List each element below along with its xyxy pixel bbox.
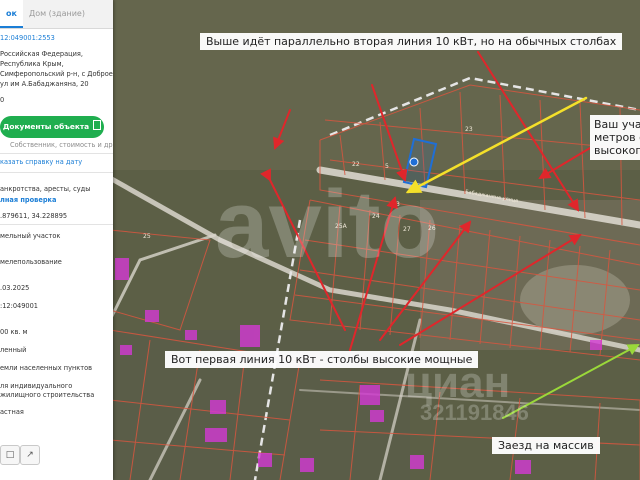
panel-tabs: ок Дом (здание) <box>0 0 113 29</box>
order-certificate-link[interactable]: казать справку на дату <box>0 158 82 166</box>
plot-number: 25 <box>143 233 151 240</box>
plot-number: 5 <box>385 163 389 170</box>
risk-check-title: анкротства, аресты, суды <box>0 185 91 193</box>
coordinates: .879611, 34.228895 <box>0 212 68 220</box>
permitted-use: ля индивидуального <box>0 382 73 390</box>
avito-watermark: avito <box>215 171 440 278</box>
bookmark-icon[interactable]: □ <box>0 445 20 465</box>
object-type: мельный участок <box>0 232 61 240</box>
documents-button[interactable]: Документы объекта <box>0 116 104 138</box>
address-line: Республика Крым, <box>0 60 64 68</box>
address-line: Российская Федерация, <box>0 50 83 58</box>
status-value: ленный <box>0 346 27 354</box>
note-first-line: Вот первая линия 10 кВт - столбы высокие… <box>165 351 479 368</box>
plot-number: 22 <box>352 161 360 168</box>
share-icon[interactable]: ↗ <box>20 445 40 465</box>
note-plot-distance-line3: высоког <box>594 144 640 157</box>
document-icon <box>93 120 102 130</box>
listing-id-watermark: 321191846 <box>420 400 529 425</box>
permitted-use: жилищного строительства <box>0 391 95 399</box>
address-line: ул им А.Бабаджаняна, 20 <box>0 80 89 88</box>
field-value: 0 <box>0 96 5 104</box>
land-category: емли населенных пунктов <box>0 364 93 372</box>
documents-caption: Собственник, стоимость и др. <box>10 141 113 149</box>
tab-building[interactable]: Дом (здание) <box>22 0 113 28</box>
full-check-link[interactable]: лная проверка <box>0 196 56 204</box>
ownership-type: астная <box>0 408 24 416</box>
parcel-marker-icon <box>409 157 419 167</box>
note-entrance: Заезд на массив <box>492 437 600 454</box>
note-plot-distance-line2: метров о <box>594 131 640 144</box>
note-second-line: Выше идёт параллельно вторая линия 10 кВ… <box>200 33 623 50</box>
parcel-info-panel: ок Дом (здание) 12:049001:2553 Российска… <box>0 0 113 480</box>
usage-type: мелепользование <box>0 258 62 266</box>
cadastral-number-link[interactable]: 12:049001:2553 <box>0 34 55 42</box>
area-value: 00 кв. м <box>0 328 28 336</box>
note-plot-distance: Ваш уча метров о высоког <box>590 115 640 160</box>
parent-cadastral-number: :12:049001 <box>0 302 39 310</box>
tab-parcel[interactable]: ок <box>0 0 23 28</box>
plot-number: 23 <box>465 126 473 133</box>
documents-button-label: Документы объекта <box>2 122 90 131</box>
registration-date: .03.2025 <box>0 284 30 292</box>
note-plot-distance-line1: Ваш уча <box>594 118 640 131</box>
address-line: Симферопольский р-н, с Доброе , <box>0 70 113 78</box>
